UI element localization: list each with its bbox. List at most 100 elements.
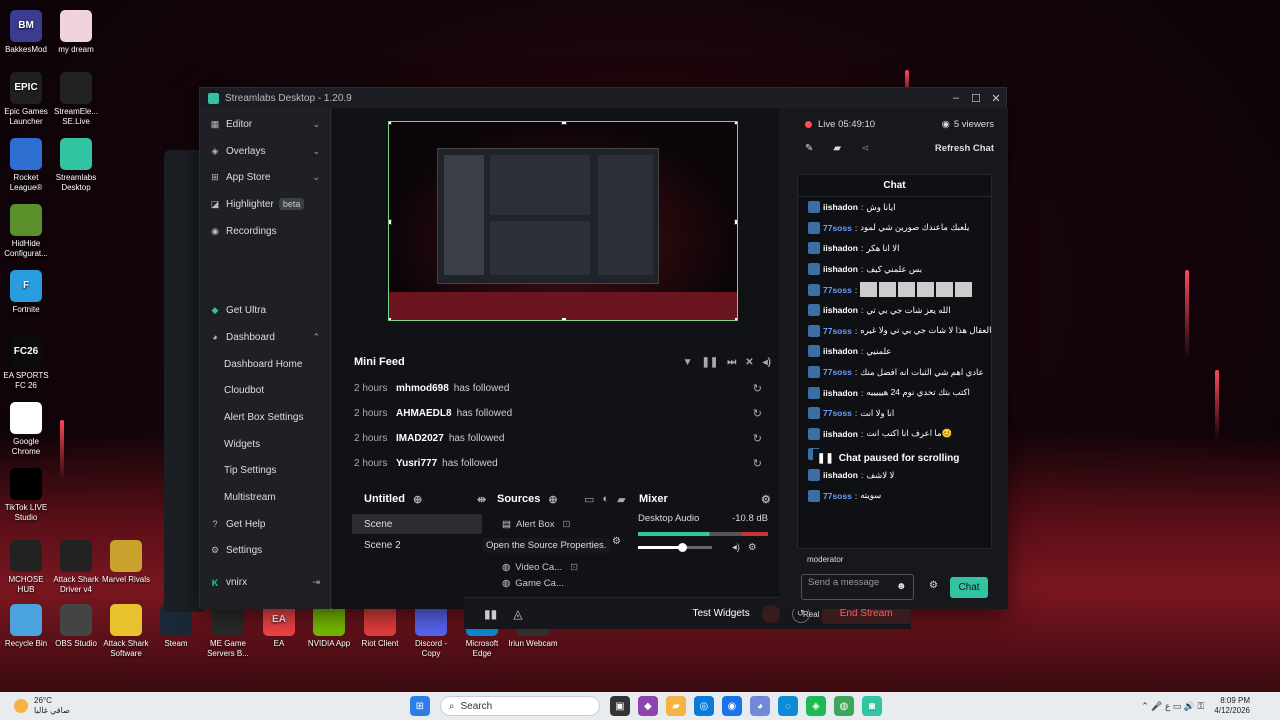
- chat-username[interactable]: 77soss: [823, 285, 852, 295]
- chat-username[interactable]: iishadon: [823, 346, 858, 356]
- add-source-icon[interactable]: ⊕: [548, 493, 557, 506]
- outlook-icon[interactable]: ◎: [693, 696, 714, 716]
- minimize-icon[interactable]: –: [946, 92, 966, 105]
- resize-handle[interactable]: [734, 219, 737, 225]
- sidebar-item-highlighter[interactable]: ◪ Highlighter beta: [200, 191, 330, 218]
- resize-handle[interactable]: [389, 219, 392, 225]
- skip-icon[interactable]: ⏭: [727, 357, 736, 368]
- lock-icon[interactable]: ⊡: [563, 519, 571, 530]
- stream-preview[interactable]: [388, 121, 738, 321]
- sidebar-item-app-store[interactable]: ⊞ App Store ⌄: [200, 164, 330, 191]
- app-icon[interactable]: ◉: [721, 696, 742, 716]
- edit-icon[interactable]: ✎: [805, 143, 813, 154]
- scene-item[interactable]: Scene 2: [352, 535, 482, 555]
- resize-handle[interactable]: [389, 317, 392, 320]
- bell-icon[interactable]: ◬: [513, 607, 522, 621]
- desktop-icon[interactable]: F Fortnite: [0, 270, 52, 315]
- resize-handle[interactable]: [734, 122, 737, 125]
- desktop-icon[interactable]: TikTok LIVE Studio: [0, 468, 52, 523]
- desktop-icon[interactable]: Attack Shark Driver v4: [50, 540, 102, 595]
- sidebar-item-overlays[interactable]: ◈ Overlays ⌄: [200, 138, 330, 165]
- file-explorer-icon[interactable]: ▰: [665, 696, 686, 716]
- desktop-icon[interactable]: HidHide Configurat...: [0, 204, 52, 259]
- desktop-icon[interactable]: Marvel Rivals: [100, 540, 152, 585]
- chat-username[interactable]: iishadon: [823, 429, 858, 439]
- stats-icon[interactable]: ▮▮: [484, 607, 497, 621]
- chat-send-button[interactable]: Chat: [950, 577, 988, 598]
- gear-icon[interactable]: ⚙: [929, 580, 938, 591]
- add-scene-icon[interactable]: ⊕: [413, 493, 422, 506]
- sidebar-item-cloudbot[interactable]: Cloudbot: [200, 378, 330, 405]
- sidebar-item-dashboard-home[interactable]: Dashboard Home: [200, 351, 330, 378]
- replay-icon[interactable]: ↻: [753, 457, 762, 470]
- windows-start-icon[interactable]: ⊞: [409, 696, 430, 716]
- desktop-icon[interactable]: BM BakkesMod: [0, 10, 52, 55]
- resize-handle[interactable]: [389, 122, 392, 125]
- folder-icon[interactable]: ▰: [617, 493, 625, 506]
- share-icon[interactable]: ⋖: [861, 143, 869, 154]
- test-widgets-button[interactable]: Test Widgets: [692, 608, 749, 619]
- filter-icon[interactable]: ▼: [683, 357, 693, 368]
- chat-username[interactable]: iishadon: [823, 202, 858, 212]
- sidebar-item-get-ultra[interactable]: ◆ Get Ultra: [200, 297, 330, 324]
- desktop-icon[interactable]: EPIC Epic Games Launcher: [0, 72, 52, 127]
- source-item[interactable]: ▤ Alert Box ⊡: [502, 514, 571, 534]
- source-item[interactable]: ◍ Game Ca...: [502, 577, 564, 589]
- resize-handle[interactable]: [734, 317, 737, 320]
- volume-icon[interactable]: ◂): [732, 542, 740, 553]
- desktop-icon[interactable]: Recycle Bin: [0, 604, 52, 649]
- app-icon[interactable]: ◆: [637, 696, 658, 716]
- maximize-icon[interactable]: ☐: [966, 92, 986, 105]
- volume-slider[interactable]: [638, 543, 712, 552]
- edge-icon[interactable]: ◌: [777, 696, 798, 716]
- sidebar-item-multistream[interactable]: Multistream: [200, 484, 330, 511]
- sidebar-item-recordings[interactable]: ◉ Recordings: [200, 218, 330, 245]
- source-icon[interactable]: ▭: [584, 493, 594, 506]
- desktop-icon[interactable]: NVIDIA App: [303, 604, 355, 649]
- sidebar-item-get-help[interactable]: ? Get Help: [200, 511, 330, 538]
- replay-icon[interactable]: ↻: [753, 432, 762, 445]
- desktop-icon[interactable]: Discord - Copy: [405, 604, 457, 659]
- desktop-icon[interactable]: StreamEle... SE.Live: [50, 72, 102, 127]
- chat-username[interactable]: 77soss: [823, 223, 852, 233]
- scene-item[interactable]: Scene: [352, 514, 482, 534]
- resize-handle[interactable]: [561, 122, 567, 125]
- record-button[interactable]: [761, 604, 780, 623]
- replay-icon[interactable]: ↻: [753, 382, 762, 395]
- desktop-icon[interactable]: Attack Shark Software: [100, 604, 152, 659]
- desktop-icon[interactable]: my dream: [50, 10, 102, 55]
- discord-icon[interactable]: ◕: [749, 696, 770, 716]
- emoji-icon[interactable]: ☻: [896, 581, 907, 592]
- pause-icon[interactable]: ❚❚: [701, 357, 718, 368]
- chat-username[interactable]: iishadon: [823, 305, 858, 315]
- chat-username[interactable]: iishadon: [823, 470, 858, 480]
- chat-username[interactable]: iishadon: [823, 264, 858, 274]
- sidebar-item-dashboard[interactable]: ◕ Dashboard ⌃: [200, 324, 330, 351]
- chat-username[interactable]: iishadon: [823, 388, 858, 398]
- resize-handle[interactable]: [561, 317, 567, 320]
- desktop-icon[interactable]: ME Game Servers B...: [202, 604, 254, 659]
- desktop-icon[interactable]: MCHOSE HUB: [0, 540, 52, 595]
- gear-icon[interactable]: ⚙: [612, 536, 621, 547]
- chat-username[interactable]: 77soss: [823, 491, 852, 501]
- chat-username[interactable]: 77soss: [823, 326, 852, 336]
- system-tray-icons[interactable]: ⌃ 🎤 ع ▭ 🔊 ⚿: [1141, 701, 1204, 712]
- close-icon[interactable]: ✕: [986, 92, 1006, 105]
- user-profile[interactable]: Kvnirx ⇥: [200, 569, 330, 596]
- lock-icon[interactable]: ⊡: [570, 562, 578, 573]
- mixer-gear-icon[interactable]: ⚙: [761, 489, 771, 509]
- volume-icon[interactable]: ◂): [763, 357, 771, 368]
- mute-alerts-icon[interactable]: ✕: [745, 357, 753, 368]
- source-item[interactable]: ◍ Video Ca... ⊡: [502, 557, 578, 577]
- sidebar-item-editor[interactable]: ▦ Editor ⌄: [200, 111, 330, 138]
- folder-icon[interactable]: ▰: [833, 143, 841, 154]
- desktop-icon[interactable]: FC26 EA SPORTS FC 26: [0, 336, 52, 391]
- logout-icon[interactable]: ⇥: [312, 577, 320, 588]
- task-view-icon[interactable]: ▣: [609, 696, 630, 716]
- chat-paused-banner[interactable]: ❚❚ Chat paused for scrolling: [813, 449, 973, 467]
- transition-icon[interactable]: ⇹: [477, 489, 486, 509]
- sidebar-item-alert-box-settings[interactable]: Alert Box Settings: [200, 404, 330, 431]
- desktop-icon[interactable]: Google Chrome: [0, 402, 52, 457]
- desktop-icon[interactable]: Streamlabs Desktop: [50, 138, 102, 193]
- replay-icon[interactable]: ↻: [753, 407, 762, 420]
